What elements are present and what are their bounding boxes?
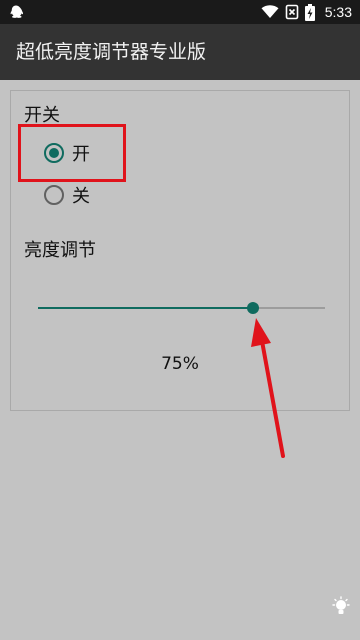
brightness-section-label: 亮度调节 [24, 240, 96, 261]
annotation-highlight-box [18, 124, 126, 182]
status-icons: 5:33 [261, 0, 352, 24]
radio-option-off[interactable]: 关 [44, 182, 90, 208]
wifi-icon [261, 5, 279, 18]
brightness-slider[interactable] [38, 302, 325, 314]
status-bar: 5:33 [0, 0, 360, 24]
status-time: 5:33 [324, 4, 352, 20]
no-sim-icon [285, 4, 299, 20]
brightness-slider-thumb[interactable] [247, 302, 259, 314]
lightbulb-icon[interactable] [330, 596, 352, 618]
battery-charging-icon [304, 3, 315, 21]
brightness-slider-fill [38, 307, 253, 309]
app-title: 超低亮度调节器专业版 [16, 41, 207, 63]
brightness-percent: 75% [161, 354, 199, 374]
app-bar: 超低亮度调节器专业版 [0, 24, 360, 80]
radio-off-label: 关 [72, 186, 90, 207]
radio-off-indicator[interactable] [44, 185, 64, 205]
qq-icon [10, 5, 24, 18]
